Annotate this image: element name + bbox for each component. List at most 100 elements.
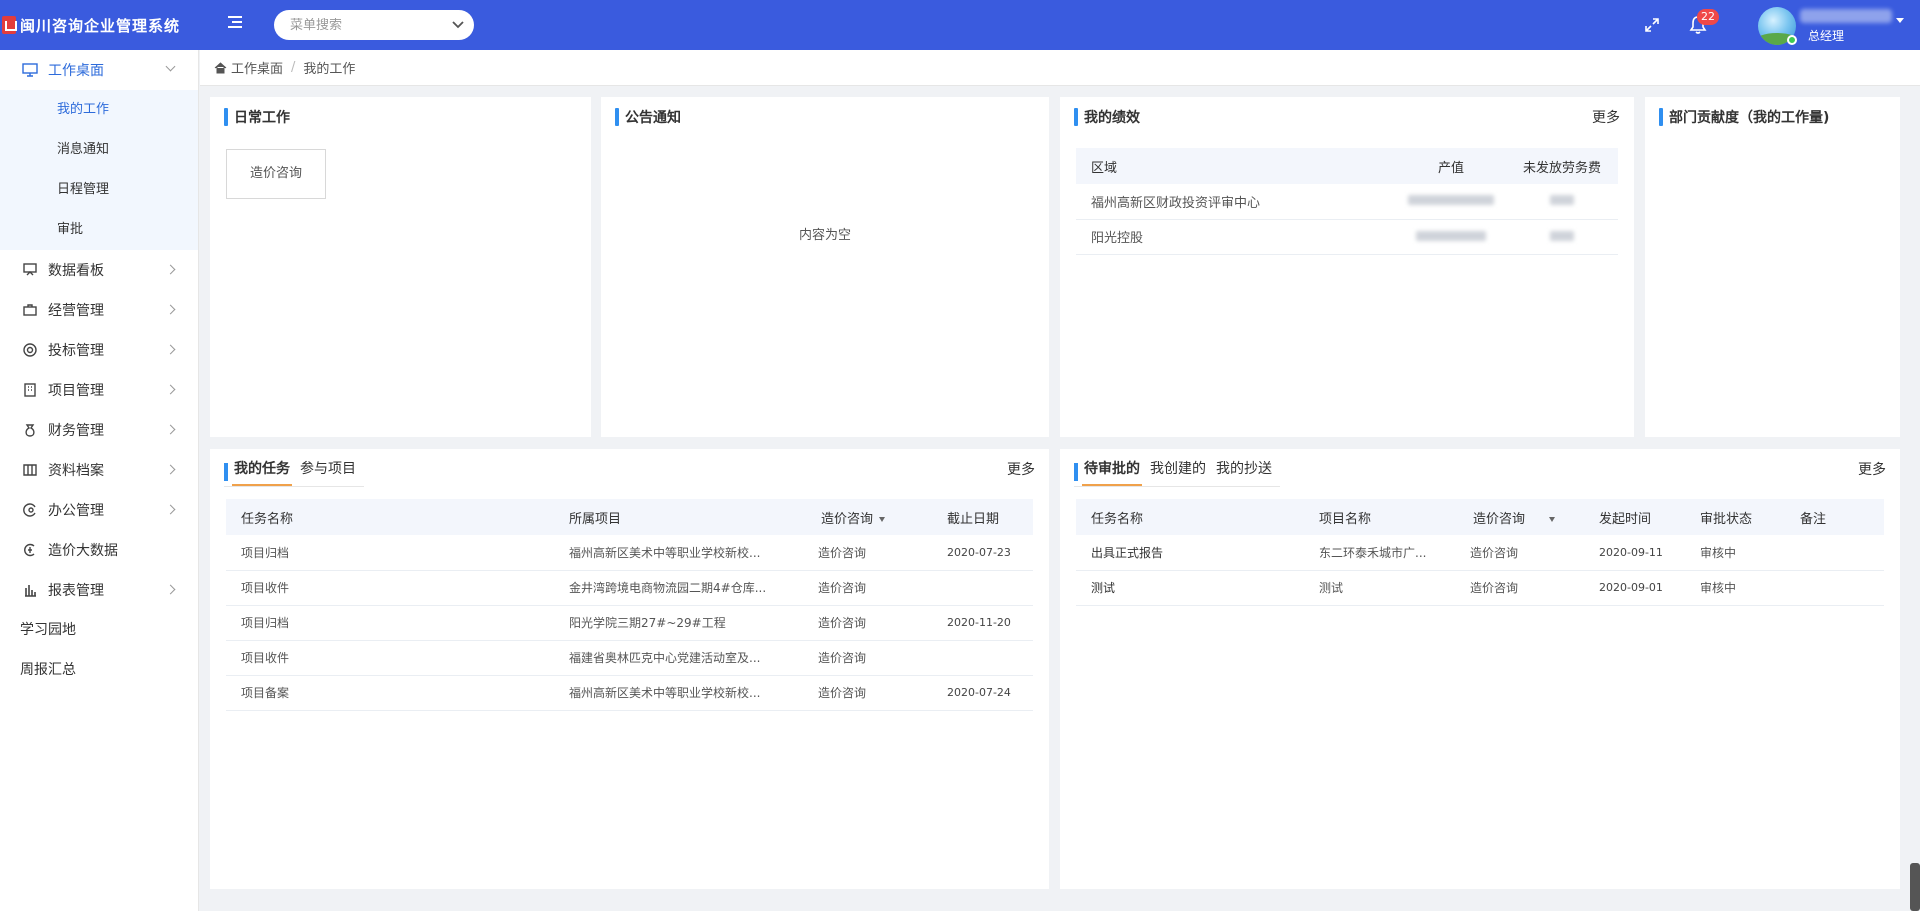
column-header: 截止日期	[932, 499, 1033, 535]
sidebar-subitem-schedule[interactable]: 日程管理	[0, 170, 198, 210]
sidebar-item-label: 投标管理	[48, 343, 104, 359]
sidebar-subitem-messages[interactable]: 消息通知	[0, 130, 198, 170]
note-cell	[1785, 570, 1884, 606]
caret-down-icon	[879, 516, 886, 522]
sidebar-item-label: 资料档案	[48, 463, 104, 479]
daily-work-card: 日常工作 造价咨询	[210, 97, 591, 437]
project-cell: 阳光学院三期27#~29#工程	[554, 605, 806, 641]
menu-search-input[interactable]	[290, 17, 440, 33]
tab-my-cc[interactable]: 我的抄送	[1214, 458, 1274, 486]
briefcase-icon	[23, 304, 37, 316]
contribution-card: 部门贡献度（我的工作量)	[1645, 97, 1900, 437]
notification-badge: 22	[1697, 9, 1719, 25]
sidebar-subitem-approval[interactable]: 审批	[0, 210, 198, 250]
column-header: 项目名称	[1304, 499, 1458, 535]
column-header: 发起时间	[1584, 499, 1685, 535]
chevron-right-icon	[165, 424, 176, 435]
table-header-row: 区域 产值 未发放劳务费	[1076, 148, 1618, 184]
type-cell: 造价咨询	[806, 640, 932, 676]
card-title: 日常工作	[224, 107, 290, 127]
caret-down-icon[interactable]	[1896, 18, 1904, 23]
table-row[interactable]: 测试 测试 造价咨询 2020-09-01 审核中	[1076, 570, 1884, 606]
card-title: 部门贡献度（我的工作量)	[1659, 107, 1829, 127]
column-header-filter[interactable]: 造价咨询	[1458, 499, 1584, 535]
breadcrumb-current: 我的工作	[303, 62, 356, 77]
approvals-more-link[interactable]: 更多	[1858, 459, 1886, 479]
project-cell: 福州高新区美术中等职业学校新校...	[554, 675, 806, 711]
table-row[interactable]: 出具正式报告 东二环泰禾城市广... 造价咨询 2020-09-11 审核中	[1076, 535, 1884, 571]
performance-title: 我的绩效	[1084, 110, 1140, 126]
deadline-cell	[932, 640, 1033, 676]
sidebar: 工作桌面 我的工作 消息通知 日程管理 审批 数据看板 经营管理 投标管理 项目…	[0, 50, 199, 911]
breadcrumb-separator: /	[291, 60, 296, 75]
sidebar-item-weekly-report[interactable]: 周报汇总	[0, 650, 198, 690]
column-header-filter[interactable]: 造价咨询	[806, 499, 932, 535]
type-cell: 造价咨询	[806, 535, 932, 571]
table-header-row: 任务名称 所属项目 造价咨询 截止日期	[226, 499, 1033, 535]
task-name-cell: 项目收件	[226, 640, 554, 676]
table-row[interactable]: 项目备案 福州高新区美术中等职业学校新校... 造价咨询 2020-07-24	[226, 675, 1033, 711]
sidebar-item-label: 财务管理	[48, 423, 104, 439]
tab-pending-approval[interactable]: 待审批的	[1082, 458, 1142, 486]
sidebar-item-reports[interactable]: 报表管理	[0, 570, 198, 610]
target-icon	[23, 343, 37, 357]
sidebar-item-cost-bigdata[interactable]: 造价大数据	[0, 530, 198, 570]
tasks-tabs: 我的任务 参与项目	[224, 457, 364, 487]
chevron-down-icon	[165, 61, 176, 72]
sidebar-item-workbench[interactable]: 工作桌面	[0, 50, 198, 90]
performance-more-link[interactable]: 更多	[1592, 107, 1620, 127]
performance-table: 区域 产值 未发放劳务费 福州高新区财政投资评审中心 阳光控股	[1076, 148, 1618, 255]
breadcrumb-home[interactable]: 工作桌面	[231, 58, 283, 77]
tab-created-by-me[interactable]: 我创建的	[1148, 458, 1208, 486]
tasks-table: 任务名称 所属项目 造价咨询 截止日期 项目归档 福州高新区美术中等职业学校新校…	[226, 499, 1033, 711]
task-name-cell: 测试	[1076, 570, 1304, 606]
table-row[interactable]: 福州高新区财政投资评审中心	[1076, 184, 1618, 220]
table-row[interactable]: 项目收件 福建省奥林匹克中心党建活动室及... 造价咨询	[226, 640, 1033, 676]
fullscreen-icon[interactable]	[1643, 16, 1661, 34]
tasks-more-link[interactable]: 更多	[1007, 459, 1035, 479]
sidebar-item-bidding[interactable]: 投标管理	[0, 330, 198, 370]
table-row[interactable]: 项目收件 金井湾跨境电商物流园二期4#仓库... 造价咨询	[226, 570, 1033, 606]
start-time-cell: 2020-09-01	[1584, 570, 1685, 606]
sidebar-subitem-my-work[interactable]: 我的工作	[0, 90, 198, 130]
tab-participating-projects[interactable]: 参与项目	[298, 458, 358, 486]
sidebar-item-projects[interactable]: 项目管理	[0, 370, 198, 410]
table-row[interactable]: 阳光控股	[1076, 219, 1618, 255]
approvals-table: 任务名称 项目名称 造价咨询 发起时间 审批状态 备注 出具正式报告 东二环泰禾…	[1076, 499, 1884, 606]
office-icon	[23, 503, 36, 517]
deadline-cell	[932, 570, 1033, 606]
table-row[interactable]: 项目归档 阳光学院三期27#~29#工程 造价咨询 2020-11-20	[226, 605, 1033, 641]
chevron-right-icon	[165, 264, 176, 275]
sidebar-item-finance[interactable]: 财务管理	[0, 410, 198, 450]
chevron-right-icon	[165, 464, 176, 475]
app-title: 闽川咨询企业管理系统	[20, 16, 181, 35]
task-name-cell: 项目归档	[226, 605, 554, 641]
table-header-row: 任务名称 项目名称 造价咨询 发起时间 审批状态 备注	[1076, 499, 1884, 535]
table-row[interactable]: 项目归档 福州高新区美术中等职业学校新校... 造价咨询 2020-07-23	[226, 535, 1033, 571]
chevron-right-icon	[165, 344, 176, 355]
dashboard-icon	[23, 263, 37, 276]
workbench-submenu: 我的工作 消息通知 日程管理 审批	[0, 90, 198, 250]
approvals-tabs: 待审批的 我创建的 我的抄送	[1074, 457, 1280, 487]
user-name-redacted	[1800, 9, 1892, 23]
sidebar-item-data-board[interactable]: 数据看板	[0, 250, 198, 290]
cost-consulting-button[interactable]: 造价咨询	[226, 149, 326, 199]
tab-my-tasks[interactable]: 我的任务	[232, 458, 292, 486]
menu-toggle-icon[interactable]	[228, 16, 244, 32]
region-cell: 福州高新区财政投资评审中心	[1076, 184, 1396, 220]
sidebar-item-office[interactable]: 办公管理	[0, 490, 198, 530]
sidebar-item-learning[interactable]: 学习园地	[0, 610, 198, 650]
tasks-card: 我的任务 参与项目 更多 任务名称 所属项目 造价咨询 截止日期 项目归档 福州…	[210, 449, 1049, 889]
sidebar-item-operations[interactable]: 经营管理	[0, 290, 198, 330]
chevron-down-icon[interactable]	[452, 18, 464, 30]
online-status-icon	[1787, 35, 1797, 45]
monitor-icon	[22, 63, 38, 77]
column-header-label: 造价咨询	[821, 511, 874, 527]
card-title: 公告通知	[615, 107, 681, 127]
approvals-card: 待审批的 我创建的 我的抄送 更多 任务名称 项目名称 造价咨询 发起时间 审批…	[1060, 449, 1900, 889]
scrollbar-thumb[interactable]	[1910, 863, 1920, 911]
report-icon	[25, 585, 36, 597]
app-logo[interactable]: 闽川咨询企业管理系统	[0, 0, 180, 50]
logo-icon	[2, 16, 17, 34]
sidebar-item-archives[interactable]: 资料档案	[0, 450, 198, 490]
